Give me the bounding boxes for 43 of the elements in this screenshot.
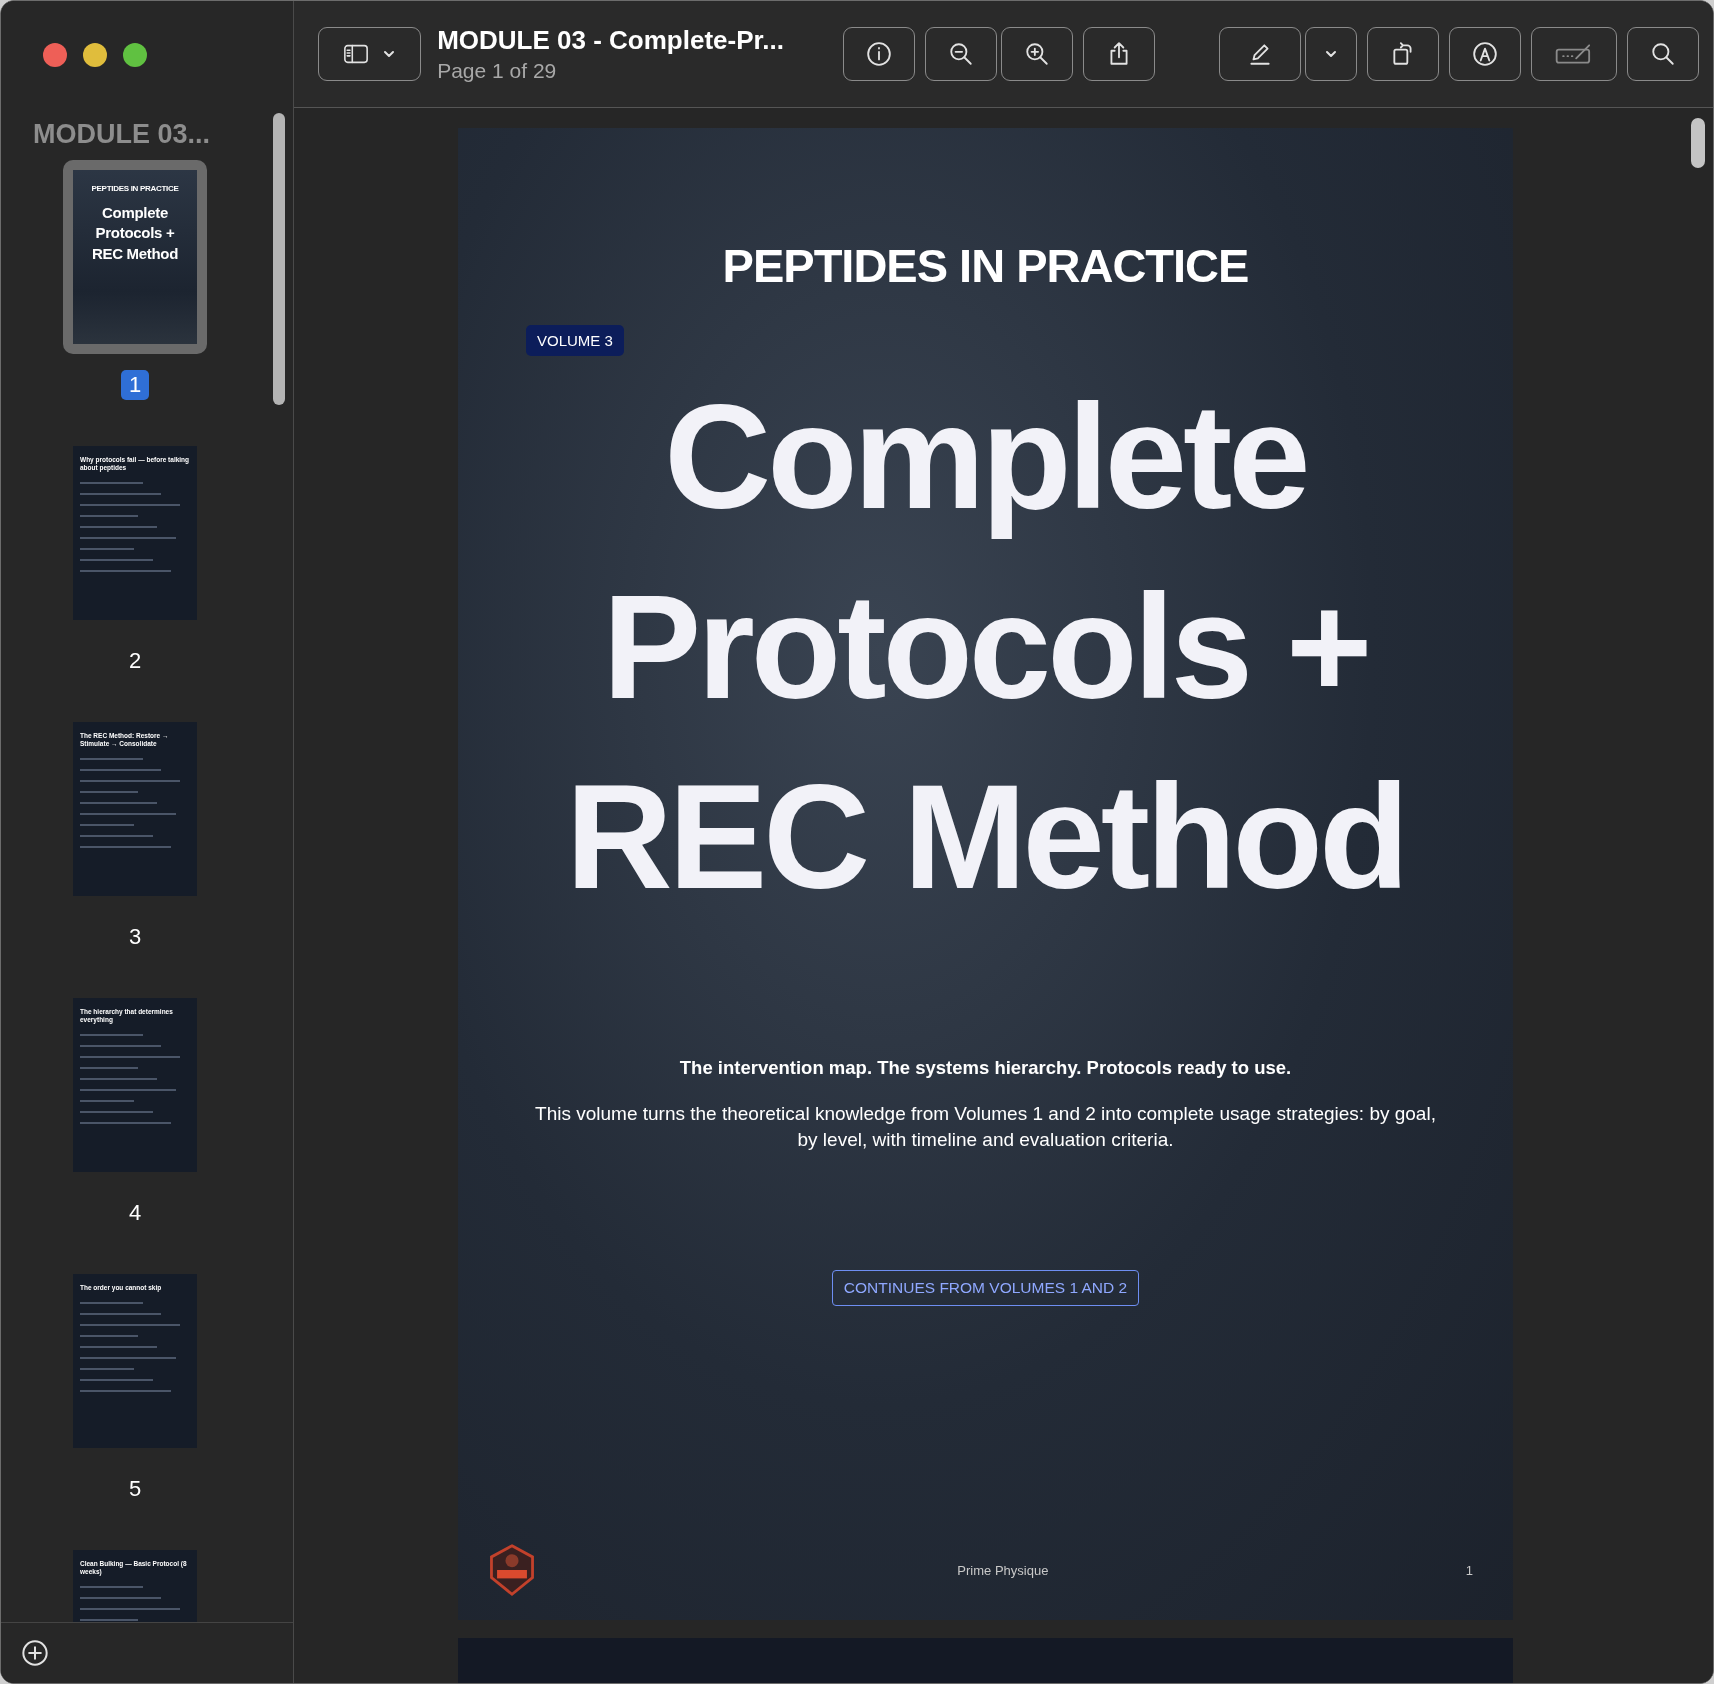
zoom-in-button[interactable]: [1000, 27, 1073, 81]
close-window-button[interactable]: [43, 43, 67, 67]
markup-icon: [1471, 41, 1498, 67]
rotate-button[interactable]: [1366, 27, 1439, 81]
search-button[interactable]: [1627, 27, 1699, 81]
zoom-window-button[interactable]: [123, 43, 147, 67]
footer-page-number: 1: [1465, 1562, 1473, 1578]
cover-title: Protocols +: [602, 563, 1369, 731]
volume-badge: VOLUME 3: [526, 325, 624, 356]
footer-brand: Prime Physique: [956, 1562, 1050, 1578]
share-button[interactable]: [1082, 27, 1155, 81]
page-thumbnail[interactable]: PEPTIDES IN PRACTICE Complete Protocols + REC Method: [63, 160, 207, 354]
tagline: The intervention map. The systems hierarchy. Protocols ready to use.: [679, 1057, 1292, 1079]
zoom-out-icon: [947, 41, 974, 67]
cover-title: REC Method: [565, 753, 1406, 921]
zoom-in-icon: [1023, 41, 1050, 67]
zoom-out-button[interactable]: [924, 27, 997, 81]
continues-label: CONTINUES FROM VOLUMES 1 AND 2: [831, 1270, 1140, 1307]
description: This volume turns the theoretical knowledge from Volumes 1 and 2 into complete usage strategies: by goal, by level, with timeline and evaluation criteria.: [534, 1102, 1437, 1152]
markup-button[interactable]: [1448, 27, 1521, 81]
page-count: Page 1 of 29: [437, 59, 558, 83]
markup-menu-button[interactable]: [1304, 27, 1357, 81]
thumbnail-heading: PEPTIDES IN PRACTICE: [90, 184, 180, 193]
window-title: MODULE 03 - Complete-Pr...: [437, 25, 785, 56]
thumbnail-title: Complete Protocols + REC Method: [90, 203, 180, 264]
cover-title: Complete: [664, 373, 1307, 541]
markup-pen-button[interactable]: [1218, 27, 1301, 81]
add-icon[interactable]: [21, 1639, 49, 1667]
search-icon: [1650, 41, 1676, 67]
page-heading: PEPTIDES IN PRACTICE: [722, 238, 1249, 293]
page-number: 3: [127, 923, 143, 951]
minimize-window-button[interactable]: [83, 43, 107, 67]
info-button[interactable]: [842, 27, 915, 81]
info-icon: [865, 41, 892, 67]
page-number: 2: [127, 647, 143, 675]
page-number: 4: [127, 1199, 143, 1227]
scrollbar[interactable]: [1691, 118, 1705, 168]
sidebar-title: MODULE 03...: [33, 119, 212, 150]
scrollbar[interactable]: [273, 113, 285, 405]
page-number: 1: [120, 370, 150, 400]
signature-button[interactable]: [1530, 27, 1617, 81]
sidebar-toggle-button[interactable]: [318, 27, 422, 81]
page-number: 5: [127, 1475, 143, 1503]
